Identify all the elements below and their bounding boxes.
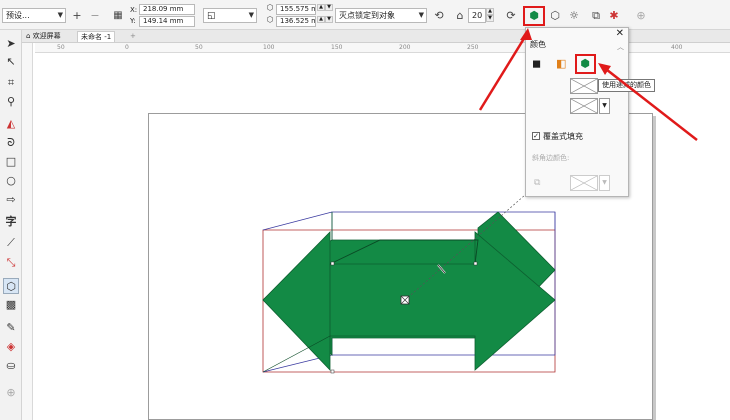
annotation-arrows [478, 28, 698, 141]
annotation-arrowhead [598, 63, 611, 75]
annotation-arrowhead [520, 28, 532, 40]
annotation-arrow [601, 65, 698, 141]
annotation-arrow [478, 31, 530, 111]
